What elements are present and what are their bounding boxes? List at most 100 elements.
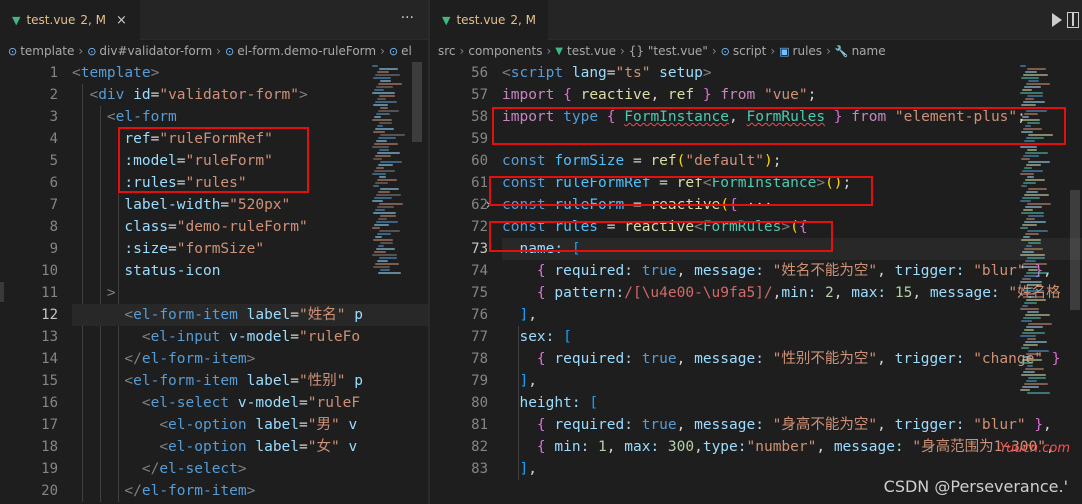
activity-bar-edge	[0, 282, 4, 302]
code-lines[interactable]: <script lang="ts" setup> import { reactiv…	[484, 62, 1082, 480]
breadcrumb-item[interactable]: ▼ test.vue	[555, 44, 616, 58]
minimap[interactable]	[1020, 62, 1053, 504]
scrollbar-thumb[interactable]	[412, 62, 422, 142]
chevron-right-icon: ›	[770, 44, 776, 58]
code-line[interactable]: const ruleFormRef = ref<FormInstance>();	[502, 172, 1082, 194]
code-line[interactable]: ],	[502, 370, 1082, 392]
line-number: 72	[471, 219, 488, 235]
line-number: 80	[471, 395, 488, 411]
minimap-stroke	[1023, 155, 1039, 157]
line-number: 15	[41, 373, 58, 389]
breadcrumb-item[interactable]: components	[468, 44, 542, 58]
breadcrumb-item[interactable]: 🔧 name	[835, 44, 886, 58]
line-number: 76	[471, 307, 488, 323]
minimap-stroke	[377, 233, 391, 235]
minimap-stroke	[1022, 359, 1042, 361]
minimap-stroke	[1026, 164, 1041, 166]
code-line[interactable]: const rules = reactive<FormRules>({	[502, 216, 1082, 238]
code-line[interactable]: { required: true, message: "姓名不能为空", tri…	[502, 260, 1082, 282]
line-number: 56	[471, 65, 488, 81]
minimap-stroke	[1022, 224, 1037, 226]
wrench-icon: 🔧	[834, 44, 849, 58]
minimap-stroke	[379, 230, 400, 232]
code-line[interactable]: <script lang="ts" setup>	[502, 62, 1082, 84]
line-number: 20	[41, 483, 58, 499]
minimap-stroke	[1022, 278, 1031, 280]
breadcrumb-item[interactable]: ▣ rules	[779, 44, 822, 58]
minimap-stroke	[1026, 191, 1038, 193]
minimap-stroke	[372, 227, 380, 229]
minimap-stroke	[1024, 383, 1048, 385]
code-line[interactable]: import type { FormInstance, FormRules } …	[502, 106, 1082, 128]
minimap-stroke	[1021, 347, 1029, 349]
code-line[interactable]: const ruleForm = reactive({ ··· ›	[484, 194, 1082, 216]
split-editor-icon[interactable]	[1067, 12, 1079, 28]
minimap-stroke	[1026, 218, 1035, 220]
minimap-stroke	[1023, 209, 1033, 211]
code-line[interactable]: { required: true, message: "身高不能为空", tri…	[502, 414, 1082, 436]
code-line[interactable]: import { reactive, ref } from "vue";	[502, 84, 1082, 106]
close-icon[interactable]: ×	[116, 13, 127, 28]
minimap-stroke	[372, 92, 395, 94]
breadcrumb-item[interactable]: ⊙ el-form.demo-ruleForm	[225, 44, 376, 58]
scrollbar-thumb[interactable]	[1070, 190, 1080, 310]
code-line[interactable]: { min: 1, max: 300,type:"number", messag…	[502, 436, 1082, 458]
minimap-stroke	[1025, 71, 1037, 73]
element-icon: ⊙	[720, 44, 730, 58]
code-line[interactable]: name: [	[502, 238, 1082, 260]
minimap-stroke	[376, 167, 384, 169]
code-line[interactable]: height: [	[502, 392, 1082, 414]
minimap-stroke	[1024, 140, 1035, 142]
minimap-stroke	[1027, 311, 1039, 313]
minimap-stroke	[378, 191, 390, 193]
tab-test-vue-left[interactable]: ▼ test.vue 2, M ×	[0, 0, 140, 40]
minimap-stroke	[380, 80, 391, 82]
code-line[interactable]	[502, 128, 1082, 150]
tab-test-vue-right[interactable]: ▼ test.vue 2, M	[430, 0, 548, 40]
fold-chevron-icon[interactable]: ›	[484, 194, 493, 216]
left-tab-bar: ▼ test.vue 2, M × ···	[0, 0, 428, 40]
minimap-stroke	[376, 140, 387, 142]
minimap-stroke	[1025, 368, 1044, 370]
breadcrumb-item[interactable]: ⊙ script	[721, 44, 767, 58]
minimap-stroke	[373, 77, 391, 79]
line-number: 78	[471, 351, 488, 367]
line-number: 18	[41, 439, 58, 455]
minimap-stroke	[1022, 332, 1045, 334]
minimap-stroke	[1020, 65, 1026, 67]
minimap-stroke	[1027, 68, 1046, 70]
run-icon[interactable]	[1052, 13, 1062, 27]
minimap-stroke	[1027, 392, 1050, 394]
breadcrumb-item[interactable]: ⊙ div#validator-form	[87, 44, 212, 58]
line-number: 4	[49, 131, 58, 147]
line-number: 13	[41, 329, 58, 345]
minimap-stroke	[377, 71, 389, 73]
code-line[interactable]: sex: [	[502, 326, 1082, 348]
minimap-stroke	[374, 197, 392, 199]
minimap-stroke	[1024, 248, 1043, 250]
breadcrumb-item[interactable]: {} "test.vue"	[629, 44, 708, 58]
minimap-stroke	[1023, 371, 1035, 373]
minimap-stroke	[378, 137, 396, 139]
minimap-stroke	[1020, 389, 1030, 391]
minimap-stroke	[1026, 83, 1050, 85]
minimap-stroke	[379, 122, 392, 124]
breadcrumb-item[interactable]: src	[438, 44, 456, 58]
code-line[interactable]: ],	[502, 304, 1082, 326]
tab-filename: test.vue	[456, 13, 506, 27]
code-line[interactable]: const formSize = ref("default");	[502, 150, 1082, 172]
breadcrumb-item[interactable]: ⊙ el	[389, 44, 412, 58]
minimap-stroke	[374, 224, 389, 226]
minimap-stroke	[374, 89, 384, 91]
code-line[interactable]: { pattern:/[\u4e00-\u9fa5]/,min: 2, max:…	[502, 282, 1082, 304]
code-editor[interactable]: 1 2 3 4 5 6 7 8 9 10 11 12 13 14 15 16 1…	[0, 62, 428, 504]
breadcrumb: src › components › ▼ test.vue › {} "test.vue…	[430, 40, 1082, 62]
right-editor-pane: ▼ test.vue 2, M src › components › ▼ test.v…	[430, 0, 1082, 504]
more-actions-icon[interactable]: ···	[401, 10, 414, 26]
line-number: 7	[49, 197, 58, 213]
line-number: 75	[471, 285, 488, 301]
code-editor[interactable]: 56 57 58 59 60 61 62 72 73 74 75 76 77 7…	[430, 62, 1082, 504]
code-line[interactable]: { required: true, message: "性别不能为空", tri…	[502, 348, 1082, 370]
minimap[interactable]	[372, 62, 405, 504]
breadcrumb-item[interactable]: ⊙ template	[8, 44, 74, 58]
